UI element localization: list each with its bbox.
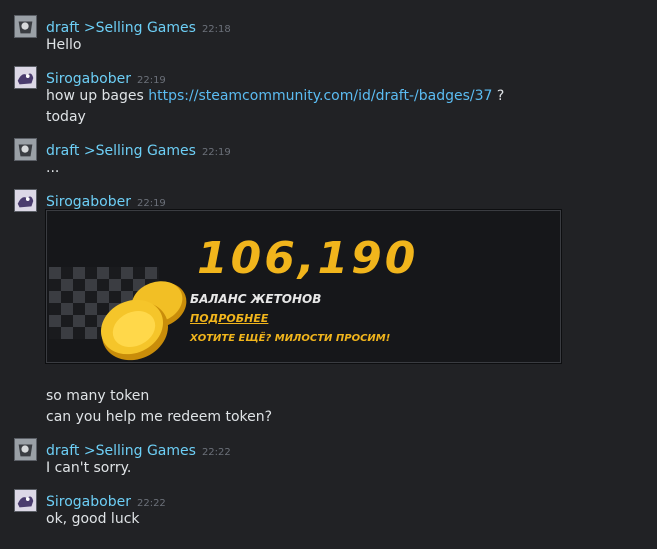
sender-name[interactable]: Sirogabober bbox=[46, 71, 131, 87]
coins-icon bbox=[100, 281, 187, 361]
token-cta-text: ХОТИТЕ ЕЩЁ? МИЛОСТИ ПРОСИМ! bbox=[190, 333, 391, 344]
avatar[interactable] bbox=[14, 189, 37, 212]
timestamp: 22:22 bbox=[201, 447, 231, 458]
timestamp: 22:19 bbox=[201, 147, 231, 158]
message-text: Hello bbox=[46, 37, 82, 53]
sender-name[interactable]: draft >Selling Games bbox=[46, 443, 196, 459]
sender-name[interactable]: draft >Selling Games bbox=[46, 20, 196, 36]
avatar[interactable] bbox=[14, 438, 37, 461]
timestamp: 22:19 bbox=[136, 75, 166, 86]
sender-name[interactable]: Sirogabober bbox=[46, 194, 131, 210]
message-text-suffix: ? bbox=[492, 88, 505, 104]
message-header: Sirogabober 22:22 bbox=[46, 491, 166, 510]
timestamp: 22:19 bbox=[136, 198, 166, 209]
sender-name[interactable]: draft >Selling Games bbox=[46, 143, 196, 159]
message-text: I can't sorry. bbox=[46, 460, 132, 476]
message-text: ... bbox=[46, 160, 60, 176]
badges-link[interactable]: https://steamcommunity.com/id/draft-/bad… bbox=[148, 88, 492, 104]
avatar[interactable] bbox=[14, 15, 37, 38]
token-amount: 106,190 bbox=[197, 233, 419, 284]
sender-name[interactable]: Sirogabober bbox=[46, 494, 131, 510]
message-header: draft >Selling Games 22:19 bbox=[46, 140, 231, 159]
avatar[interactable] bbox=[14, 66, 37, 89]
message-text: today bbox=[46, 109, 86, 125]
edge-coin-icon bbox=[550, 251, 561, 311]
token-balance-title: БАЛАНС ЖЕТОНОВ bbox=[190, 292, 322, 306]
message-text-prefix: how up bages bbox=[46, 88, 149, 104]
message-header: Sirogabober 22:19 bbox=[46, 191, 166, 210]
message-text: can you help me redeem token? bbox=[46, 409, 273, 425]
details-link[interactable]: ПОДРОБНЕЕ bbox=[190, 312, 268, 325]
message-header: Sirogabober 22:19 bbox=[46, 68, 166, 87]
token-balance-embed[interactable]: 106,190 БАЛАНС ЖЕТОНОВ ПОДРОБНЕЕ ХОТИТЕ … bbox=[46, 210, 561, 363]
timestamp: 22:18 bbox=[201, 24, 231, 35]
avatar[interactable] bbox=[14, 489, 37, 512]
message-header: draft >Selling Games 22:22 bbox=[46, 440, 231, 459]
message-header: draft >Selling Games 22:18 bbox=[46, 17, 231, 36]
timestamp: 22:22 bbox=[136, 498, 166, 509]
message-text: ok, good luck bbox=[46, 511, 140, 527]
message-text: so many token bbox=[46, 388, 150, 404]
message-text: how up bages https://steamcommunity.com/… bbox=[46, 88, 504, 104]
avatar[interactable] bbox=[14, 138, 37, 161]
